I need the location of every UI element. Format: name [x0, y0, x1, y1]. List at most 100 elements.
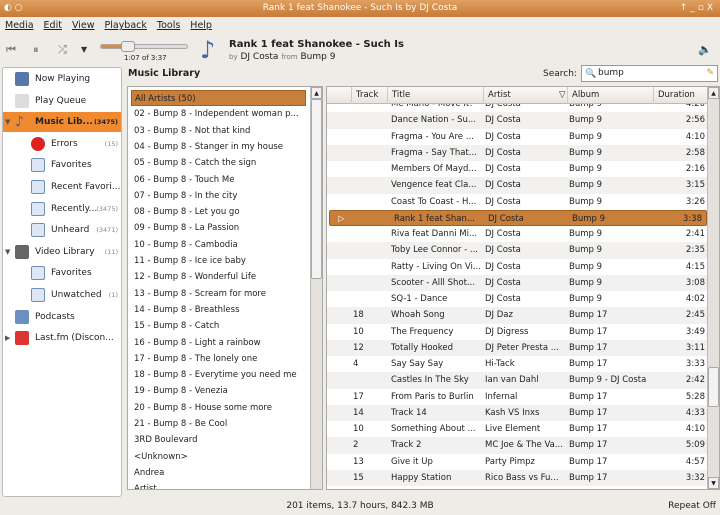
column-header-album[interactable]: Album	[567, 87, 653, 104]
repeat-toggle[interactable]: Repeat Off	[668, 497, 716, 515]
cell-title: Scooter - Alll Shot...	[391, 277, 476, 288]
artist-item[interactable]: 18 - Bump 8 - Everytime you need me	[131, 367, 306, 383]
table-row[interactable]: 4 Say Say Say Hi-Tack Bump 17 3:33	[327, 356, 709, 372]
cell-duration: 4:20	[685, 104, 705, 109]
pause-icon[interactable]: ⏸	[33, 43, 39, 57]
cell-album: Bump 9	[569, 277, 603, 288]
artist-item[interactable]: 10 - Bump 8 - Cambodia	[131, 237, 306, 253]
sidebar-item-unwatched[interactable]: Unwatched (1)	[3, 285, 121, 305]
artist-item[interactable]: 06 - Bump 8 - Touch Me	[131, 172, 306, 188]
artist-item[interactable]: 04 - Bump 8 - Stanger in my house	[131, 139, 306, 155]
table-row[interactable]: 17 From Paris to Burlin Infernal Bump 17 5:2…	[327, 389, 709, 405]
artist-item[interactable]: 11 - Bump 8 - Ice ice baby	[131, 253, 306, 269]
column-header-duration[interactable]: Duration	[653, 87, 709, 104]
sort-descending-icon[interactable]: ▽	[555, 87, 566, 104]
table-row[interactable]: 12 Totally Hooked DJ Peter Presta ... Bump …	[327, 339, 709, 356]
seek-slider[interactable]	[100, 41, 188, 52]
artist-item[interactable]: 3RD Boulevard	[131, 432, 306, 448]
sidebar-item-podcasts[interactable]: Podcasts	[3, 307, 121, 327]
expander-icon[interactable]: ▼	[5, 242, 10, 262]
artist-item[interactable]: 20 - Bump 8 - House some more	[131, 400, 306, 416]
artist-item[interactable]: All Artists (50)	[131, 90, 306, 106]
menu-help[interactable]: Help	[190, 17, 212, 34]
table-row[interactable]: 15 Happy Station Rico Bass vs Fu... Bump 17…	[327, 469, 709, 486]
artist-item[interactable]: Andrea	[131, 465, 306, 481]
artist-item[interactable]: Artist	[131, 481, 306, 489]
shuffle-icon[interactable]: ⤮	[58, 43, 67, 57]
previous-icon[interactable]: ⏮	[6, 43, 16, 57]
artist-item[interactable]: 15 - Bump 8 - Catch	[131, 318, 306, 334]
table-row[interactable]: Ratty - Living On Vi... DJ Costa Bump 9 4:1…	[327, 259, 709, 275]
sidebar-item-unheard[interactable]: Unheard (3471)	[3, 220, 121, 240]
cell-artist: DJ Costa	[485, 229, 521, 239]
artist-item[interactable]: 05 - Bump 8 - Catch the sign	[131, 155, 306, 171]
sidebar-item-last-fm-discon[interactable]: ▶ Last.fm (Discon...	[3, 328, 121, 348]
column-header-track[interactable]: Track	[351, 87, 387, 104]
table-row[interactable]: Fragma - Say That... DJ Costa Bump 9 2:58	[327, 144, 709, 161]
artist-item[interactable]: 07 - Bump 8 - In the city	[131, 188, 306, 204]
sidebar-item-play-queue[interactable]: Play Queue	[3, 91, 121, 111]
artist-item[interactable]: 14 - Bump 8 - Breathless	[131, 302, 306, 318]
table-row[interactable]: Vengence feat Cla... DJ Costa Bump 9 3:15	[327, 177, 709, 194]
artist-item[interactable]: <Unknown>	[131, 449, 306, 465]
sidebar-item-video-library[interactable]: ▼ Video Library (11)	[3, 242, 121, 262]
chevron-down-icon[interactable]: ▼	[81, 45, 87, 54]
artist-item[interactable]: 08 - Bump 8 - Let you go	[131, 204, 306, 220]
lastfm-icon	[15, 331, 29, 346]
smart-playlist-icon	[31, 223, 45, 238]
window-menu-icon[interactable]: ◐ ○	[4, 0, 23, 17]
cell-artist: DJ Digress	[485, 326, 529, 337]
sidebar-item-favorites[interactable]: Favorites	[3, 155, 121, 175]
table-row[interactable]: Castles In The Sky Ian van Dahl Bump 9 - D…	[327, 372, 709, 389]
artist-item[interactable]: 13 - Bump 8 - Scream for more	[131, 286, 306, 302]
table-row[interactable]: Riva feat Danni Mi... DJ Costa Bump 9 2:41	[327, 226, 709, 242]
table-row[interactable]: 18 Whoah Song DJ Daz Bump 17 2:45	[327, 307, 709, 324]
window-controls[interactable]: ↑_▫X	[680, 0, 716, 17]
sidebar-item-music-lib[interactable]: ▼ ♪ Music Lib... (3475)	[3, 112, 121, 133]
volume-icon[interactable]: 🔈	[698, 43, 712, 56]
table-row[interactable]: 2 Track 2 MC Joe & The Va... Bump 17 5:09	[327, 437, 709, 454]
sidebar-item-recently[interactable]: Recently... (3475)	[3, 199, 121, 219]
table-row[interactable]: Fragma - You Are ... DJ Costa Bump 9 4:10	[327, 129, 709, 145]
artist-item[interactable]: 17 - Bump 8 - The lonely one	[131, 351, 306, 367]
artist-item[interactable]: 21 - Bump 8 - Be Cool	[131, 416, 306, 432]
artist-scrollbar[interactable]: ▲	[310, 87, 322, 489]
sidebar-item-errors[interactable]: Errors (15)	[3, 134, 121, 154]
table-row[interactable]: Members Of Mayd... DJ Costa Bump 9 2:16	[327, 161, 709, 177]
table-row[interactable]: SQ-1 - Dance DJ Costa Bump 9 4:02	[327, 291, 709, 307]
table-row[interactable]: Me Mano - Move It! DJ Costa Bump 9 4:20	[327, 104, 709, 112]
music-note-icon: ♪	[15, 114, 24, 131]
cell-album: Bump 9	[569, 261, 603, 272]
search-input[interactable]: 🔍 bump ✎	[581, 65, 718, 82]
track-scrollbar[interactable]: ▲ ▼	[707, 87, 719, 489]
table-row[interactable]: Dance Nation - Su... DJ Costa Bump 9 2:56	[327, 112, 709, 129]
expander-icon[interactable]: ▶	[5, 328, 10, 348]
artist-item[interactable]: 03 - Bump 8 - Not that kind	[131, 123, 306, 139]
table-row[interactable]: 10 Something About ... Live Element Bump 17…	[327, 421, 709, 437]
menu-playback[interactable]: Playback	[105, 17, 147, 34]
table-row[interactable]: Scooter - Alll Shot... DJ Costa Bump 9 3:08	[327, 274, 709, 291]
sidebar-item-favorites[interactable]: Favorites	[3, 263, 121, 283]
table-row[interactable]: 10 The Frequency DJ Digress Bump 17 3:49	[327, 324, 709, 340]
menu-media[interactable]: Media	[5, 17, 34, 34]
artist-item[interactable]: 02 - Bump 8 - Independent woman p...	[131, 106, 306, 122]
sidebar-item-now-playing[interactable]: Now Playing	[3, 69, 121, 89]
menu-edit[interactable]: Edit	[44, 17, 62, 34]
expander-icon[interactable]: ▼	[5, 112, 10, 132]
clear-search-icon[interactable]: ✎	[706, 66, 714, 81]
artist-item[interactable]: 19 - Bump 8 - Venezia	[131, 383, 306, 399]
menu-view[interactable]: View	[72, 17, 95, 34]
artist-item[interactable]: 09 - Bump 8 - La Passion	[131, 220, 306, 236]
table-row[interactable]: Coast To Coast - H... DJ Costa Bump 9 3:26	[327, 194, 709, 210]
table-row[interactable]: 14 Track 14 Kash VS Inxs Bump 17 4:33	[327, 404, 709, 421]
column-header-title[interactable]: Title	[387, 87, 483, 104]
menu-tools[interactable]: Tools	[157, 17, 180, 34]
table-row[interactable]	[327, 486, 709, 489]
artist-item[interactable]: 16 - Bump 8 - Light a rainbow	[131, 335, 306, 351]
cell-artist: DJ Costa	[485, 104, 521, 109]
table-row[interactable]: ▷ Rank 1 feat Shan... DJ Costa Bump 9 3:38	[329, 209, 707, 226]
sidebar-item-recent-favori[interactable]: Recent Favori...	[3, 177, 121, 197]
table-row[interactable]: Toby Lee Connor - ... DJ Costa Bump 9 2:35	[327, 242, 709, 259]
table-row[interactable]: 13 Give it Up Party Pimpz Bump 17 4:57	[327, 454, 709, 470]
artist-item[interactable]: 12 - Bump 8 - Wonderful Life	[131, 269, 306, 285]
